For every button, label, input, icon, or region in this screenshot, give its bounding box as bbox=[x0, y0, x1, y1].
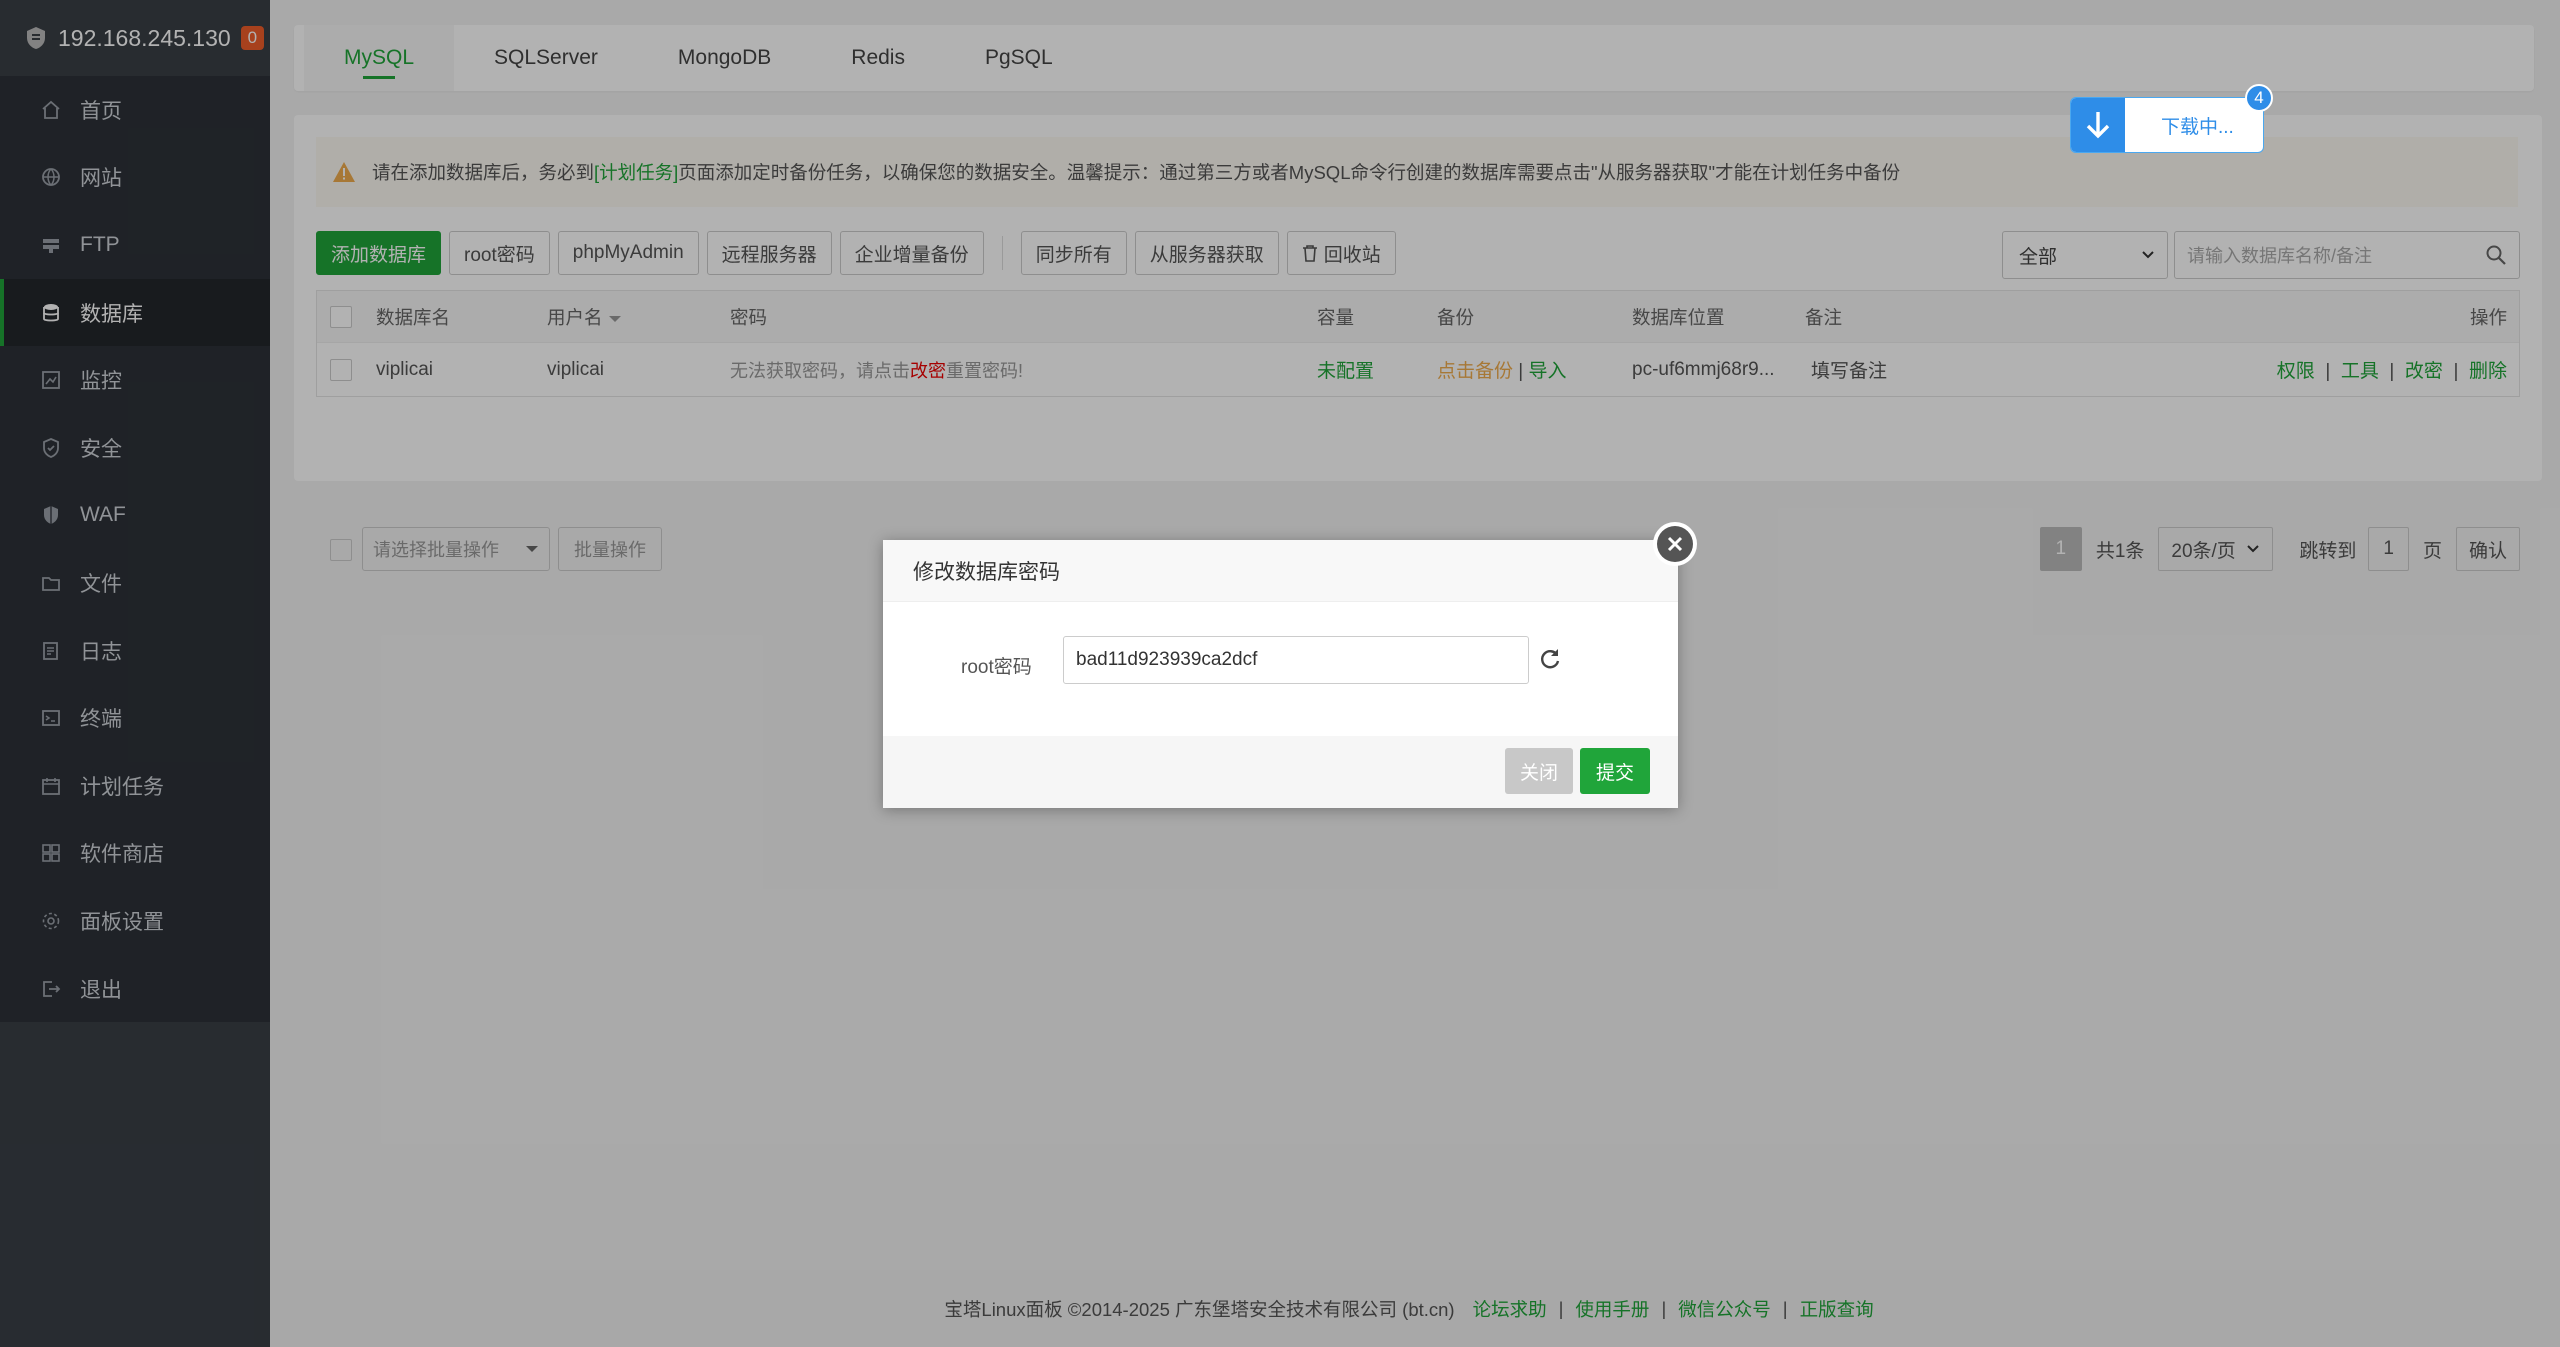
download-arrow-icon bbox=[2071, 98, 2125, 152]
download-count-badge: 4 bbox=[2245, 84, 2273, 112]
close-dialog-icon[interactable] bbox=[1653, 522, 1697, 566]
root-password-label: root密码 bbox=[961, 657, 1032, 678]
refresh-icon[interactable] bbox=[1537, 646, 1563, 672]
submit-button[interactable]: 提交 bbox=[1580, 748, 1650, 794]
dialog-footer: 关闭 提交 bbox=[883, 736, 1678, 808]
dialog-title: 修改数据库密码 bbox=[883, 540, 1678, 602]
download-status: 下载中... bbox=[2161, 116, 2234, 138]
change-password-dialog: 修改数据库密码 root密码 bad11d923939ca2dcf 关闭 提交 bbox=[883, 522, 1697, 808]
close-button[interactable]: 关闭 bbox=[1505, 748, 1573, 794]
download-progress-widget[interactable]: 下载中... 4 bbox=[2070, 84, 2273, 153]
dialog-body: root密码 bad11d923939ca2dcf bbox=[883, 602, 1678, 736]
root-password-input[interactable]: bad11d923939ca2dcf bbox=[1063, 636, 1529, 684]
